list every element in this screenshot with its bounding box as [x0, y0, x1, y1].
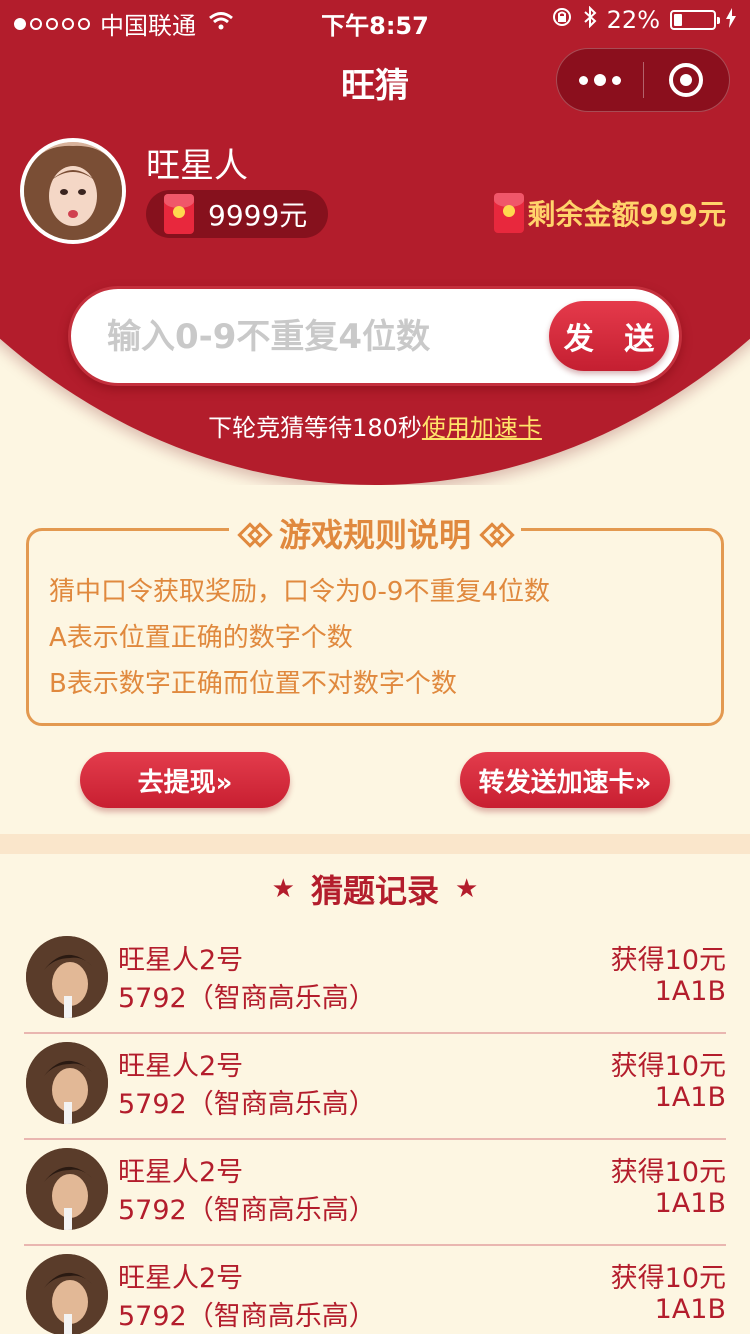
record-result: 1A1B [654, 976, 726, 1007]
header-area: 中国联通 下午8:57 22% 旺猜 旺星人 9999元 剩余金额999元 输入… [0, 0, 750, 485]
record-user-name: 旺星人2号 [118, 1051, 244, 1082]
record-user-name: 旺星人2号 [118, 945, 244, 976]
record-row[interactable]: 旺星人2号 5792（智商高乐高） 获得10元 1A1B [24, 1140, 726, 1246]
record-reward: 获得10元 [610, 1051, 726, 1082]
record-guess: 5792（智商高乐高） [118, 983, 376, 1014]
record-user-name: 旺星人2号 [118, 1263, 244, 1294]
use-speedup-card-link[interactable]: 使用加速卡 [422, 414, 542, 442]
bluetooth-icon [583, 5, 597, 34]
star-icon: ★ [455, 874, 479, 904]
send-button[interactable]: 发 送 [549, 301, 669, 371]
section-divider [0, 834, 750, 854]
rule-item: B表示数字正确而位置不对数字个数 [49, 669, 457, 699]
record-avatar [26, 1148, 108, 1230]
rules-header: 游戏规则说明 [0, 510, 750, 556]
diamond-icon [483, 524, 509, 542]
record-user-name: 旺星人2号 [118, 1157, 244, 1188]
more-dot-icon [578, 75, 588, 85]
mini-program-capsule [556, 48, 730, 112]
balance-amount: 9999元 [208, 199, 308, 232]
record-avatar [26, 936, 108, 1018]
battery-percent: 22% [606, 6, 660, 34]
rules-box: 猜中口令获取奖励，口令为0-9不重复4位数 A表示位置正确的数字个数 B表示数字… [26, 528, 724, 726]
rules-title: 游戏规则说明 [228, 510, 521, 556]
records-title: 猜题记录 [310, 872, 439, 910]
charging-icon [726, 6, 736, 34]
more-dot-icon [593, 74, 606, 86]
rule-item: 猜中口令获取奖励，口令为0-9不重复4位数 [49, 577, 551, 607]
rotation-lock-icon [551, 6, 573, 34]
record-result: 1A1B [654, 1188, 726, 1219]
record-result: 1A1B [654, 1294, 726, 1325]
guess-input-box: 发 送 [68, 286, 682, 386]
record-guess: 5792（智商高乐高） [118, 1195, 376, 1226]
user-avatar[interactable] [20, 138, 126, 244]
record-avatar [26, 1042, 108, 1124]
red-envelope-icon [164, 194, 194, 234]
record-reward: 获得10元 [610, 1157, 726, 1188]
battery-level [674, 14, 683, 26]
more-button[interactable] [557, 49, 643, 111]
record-reward: 获得10元 [610, 945, 726, 976]
user-name: 旺星人 [146, 146, 248, 186]
close-target-icon [669, 63, 704, 97]
star-icon: ★ [271, 874, 295, 904]
red-envelope-icon [493, 193, 524, 233]
record-row[interactable]: 旺星人2号 5792（智商高乐高） 获得10元 1A1B [24, 1034, 726, 1140]
status-bar: 中国联通 下午8:57 22% [0, 0, 750, 40]
balance-badge: 9999元 [146, 190, 328, 238]
records-header: ★ 猜题记录 ★ [0, 866, 750, 912]
more-dot-icon [611, 75, 621, 85]
withdraw-button[interactable]: 去提现» [80, 752, 290, 808]
close-button[interactable] [644, 49, 730, 111]
remaining-amount: 剩余金额999元 [493, 193, 726, 233]
record-row[interactable]: 旺星人2号 5792（智商高乐高） 获得10元 1A1B [24, 1246, 726, 1334]
forward-speedup-card-button[interactable]: 转发送加速卡» [460, 752, 670, 808]
record-guess: 5792（智商高乐高） [118, 1089, 376, 1120]
record-guess: 5792（智商高乐高） [118, 1301, 376, 1332]
remaining-amount-label: 剩余金额999元 [527, 198, 726, 231]
diamond-icon [241, 524, 267, 542]
rule-item: A表示位置正确的数字个数 [49, 623, 353, 653]
status-right: 22% [551, 5, 736, 34]
rules-title-text: 游戏规则说明 [278, 516, 471, 554]
record-row[interactable]: 旺星人2号 5792（智商高乐高） 获得10元 1A1B [24, 928, 726, 1034]
guess-input[interactable] [107, 309, 527, 365]
wait-notice: 下轮竞猜等待180秒使用加速卡 [0, 408, 750, 443]
record-reward: 获得10元 [610, 1263, 726, 1294]
battery-icon [670, 10, 720, 30]
record-avatar [26, 1254, 108, 1334]
record-result: 1A1B [654, 1082, 726, 1113]
wait-text: 下轮竞猜等待180秒 [208, 414, 422, 442]
